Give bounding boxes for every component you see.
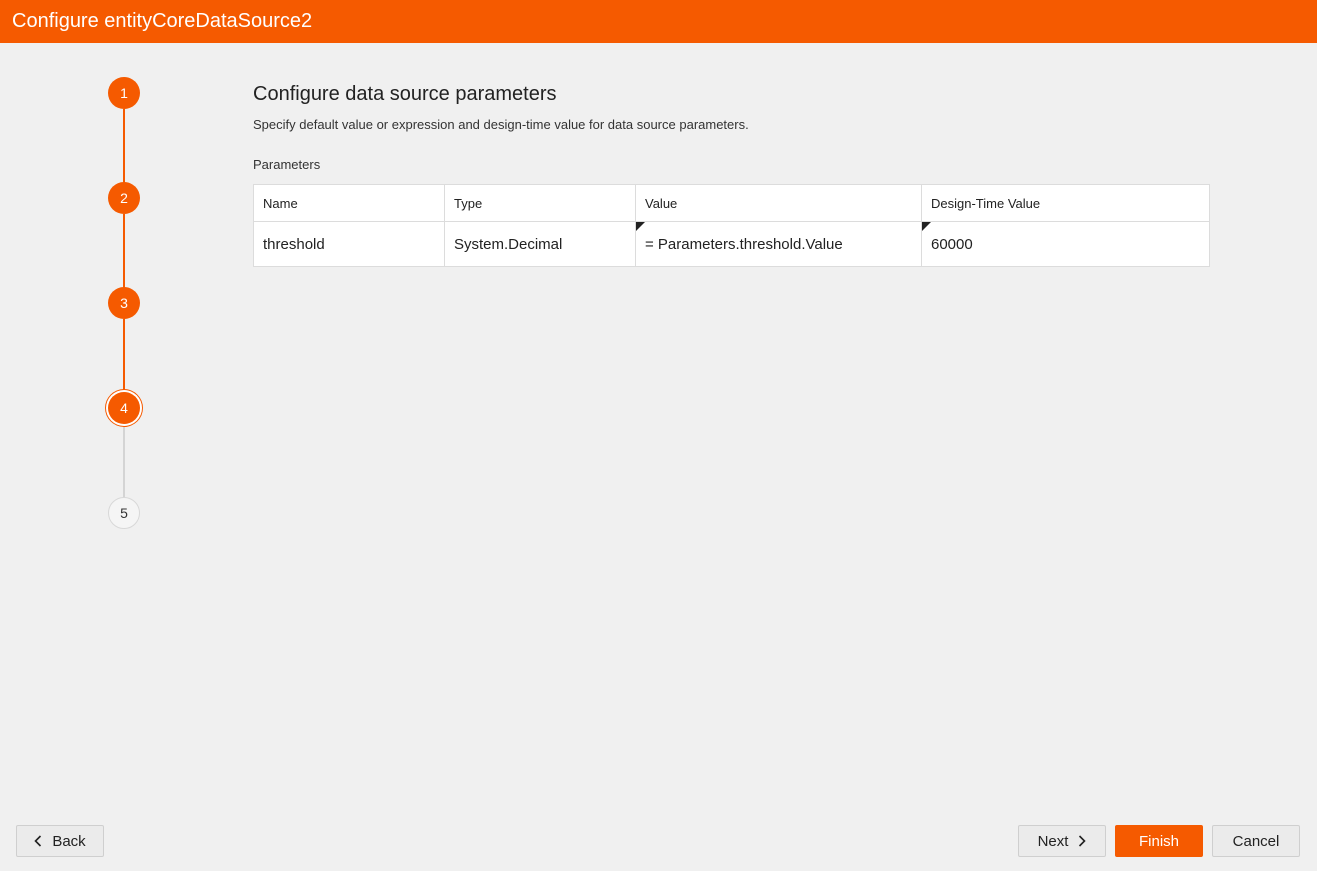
cell-name-text: threshold [263, 235, 325, 253]
back-button-label: Back [52, 832, 86, 850]
cell-name[interactable]: threshold [253, 221, 445, 267]
table-header-row: Name Type Value Design-Time Value [253, 184, 1210, 222]
column-header-design-time-value: Design-Time Value [921, 184, 1210, 222]
cell-design-time-value-text: 60000 [931, 235, 973, 253]
cancel-button-label: Cancel [1232, 832, 1280, 850]
expression-marker-icon[interactable] [922, 222, 931, 231]
step-2[interactable]: 2 [108, 182, 140, 214]
cancel-button[interactable]: Cancel [1212, 825, 1300, 857]
finish-button[interactable]: Finish [1115, 825, 1203, 857]
step-5[interactable]: 5 [108, 497, 140, 529]
step-4[interactable]: 4 [108, 392, 140, 424]
step-3[interactable]: 3 [108, 287, 140, 319]
expression-marker-icon[interactable] [636, 222, 645, 231]
parameters-label: Parameters [253, 157, 321, 172]
step-1[interactable]: 1 [108, 77, 140, 109]
next-button[interactable]: Next [1018, 825, 1106, 857]
next-button-label: Next [1037, 832, 1069, 850]
cell-type-text: System.Decimal [454, 235, 563, 253]
cell-design-time-value[interactable]: 60000 [921, 221, 1210, 267]
table-row[interactable]: threshold System.Decimal = Parameters.th… [253, 221, 1210, 267]
cell-value-text: = Parameters.threshold.Value [645, 235, 843, 253]
chevron-right-icon [1078, 835, 1087, 847]
back-button[interactable]: Back [16, 825, 104, 857]
column-header-type: Type [444, 184, 636, 222]
wizard-stepper: 1 2 3 4 5 [0, 43, 250, 563]
window-title: Configure entityCoreDataSource2 [12, 10, 313, 32]
column-header-value: Value [635, 184, 922, 222]
window-title-bar: Configure entityCoreDataSource2 [0, 0, 1317, 43]
parameters-table: Name Type Value Design-Time Value thresh… [253, 184, 1210, 267]
page-description: Specify default value or expression and … [253, 117, 749, 132]
finish-button-label: Finish [1138, 832, 1179, 850]
cell-type[interactable]: System.Decimal [444, 221, 636, 267]
page-title: Configure data source parameters [253, 83, 557, 105]
column-header-name: Name [253, 184, 445, 222]
cell-value[interactable]: = Parameters.threshold.Value [635, 221, 922, 267]
chevron-left-icon [34, 835, 42, 847]
main-content: Configure data source parameters Specify… [253, 80, 1210, 267]
